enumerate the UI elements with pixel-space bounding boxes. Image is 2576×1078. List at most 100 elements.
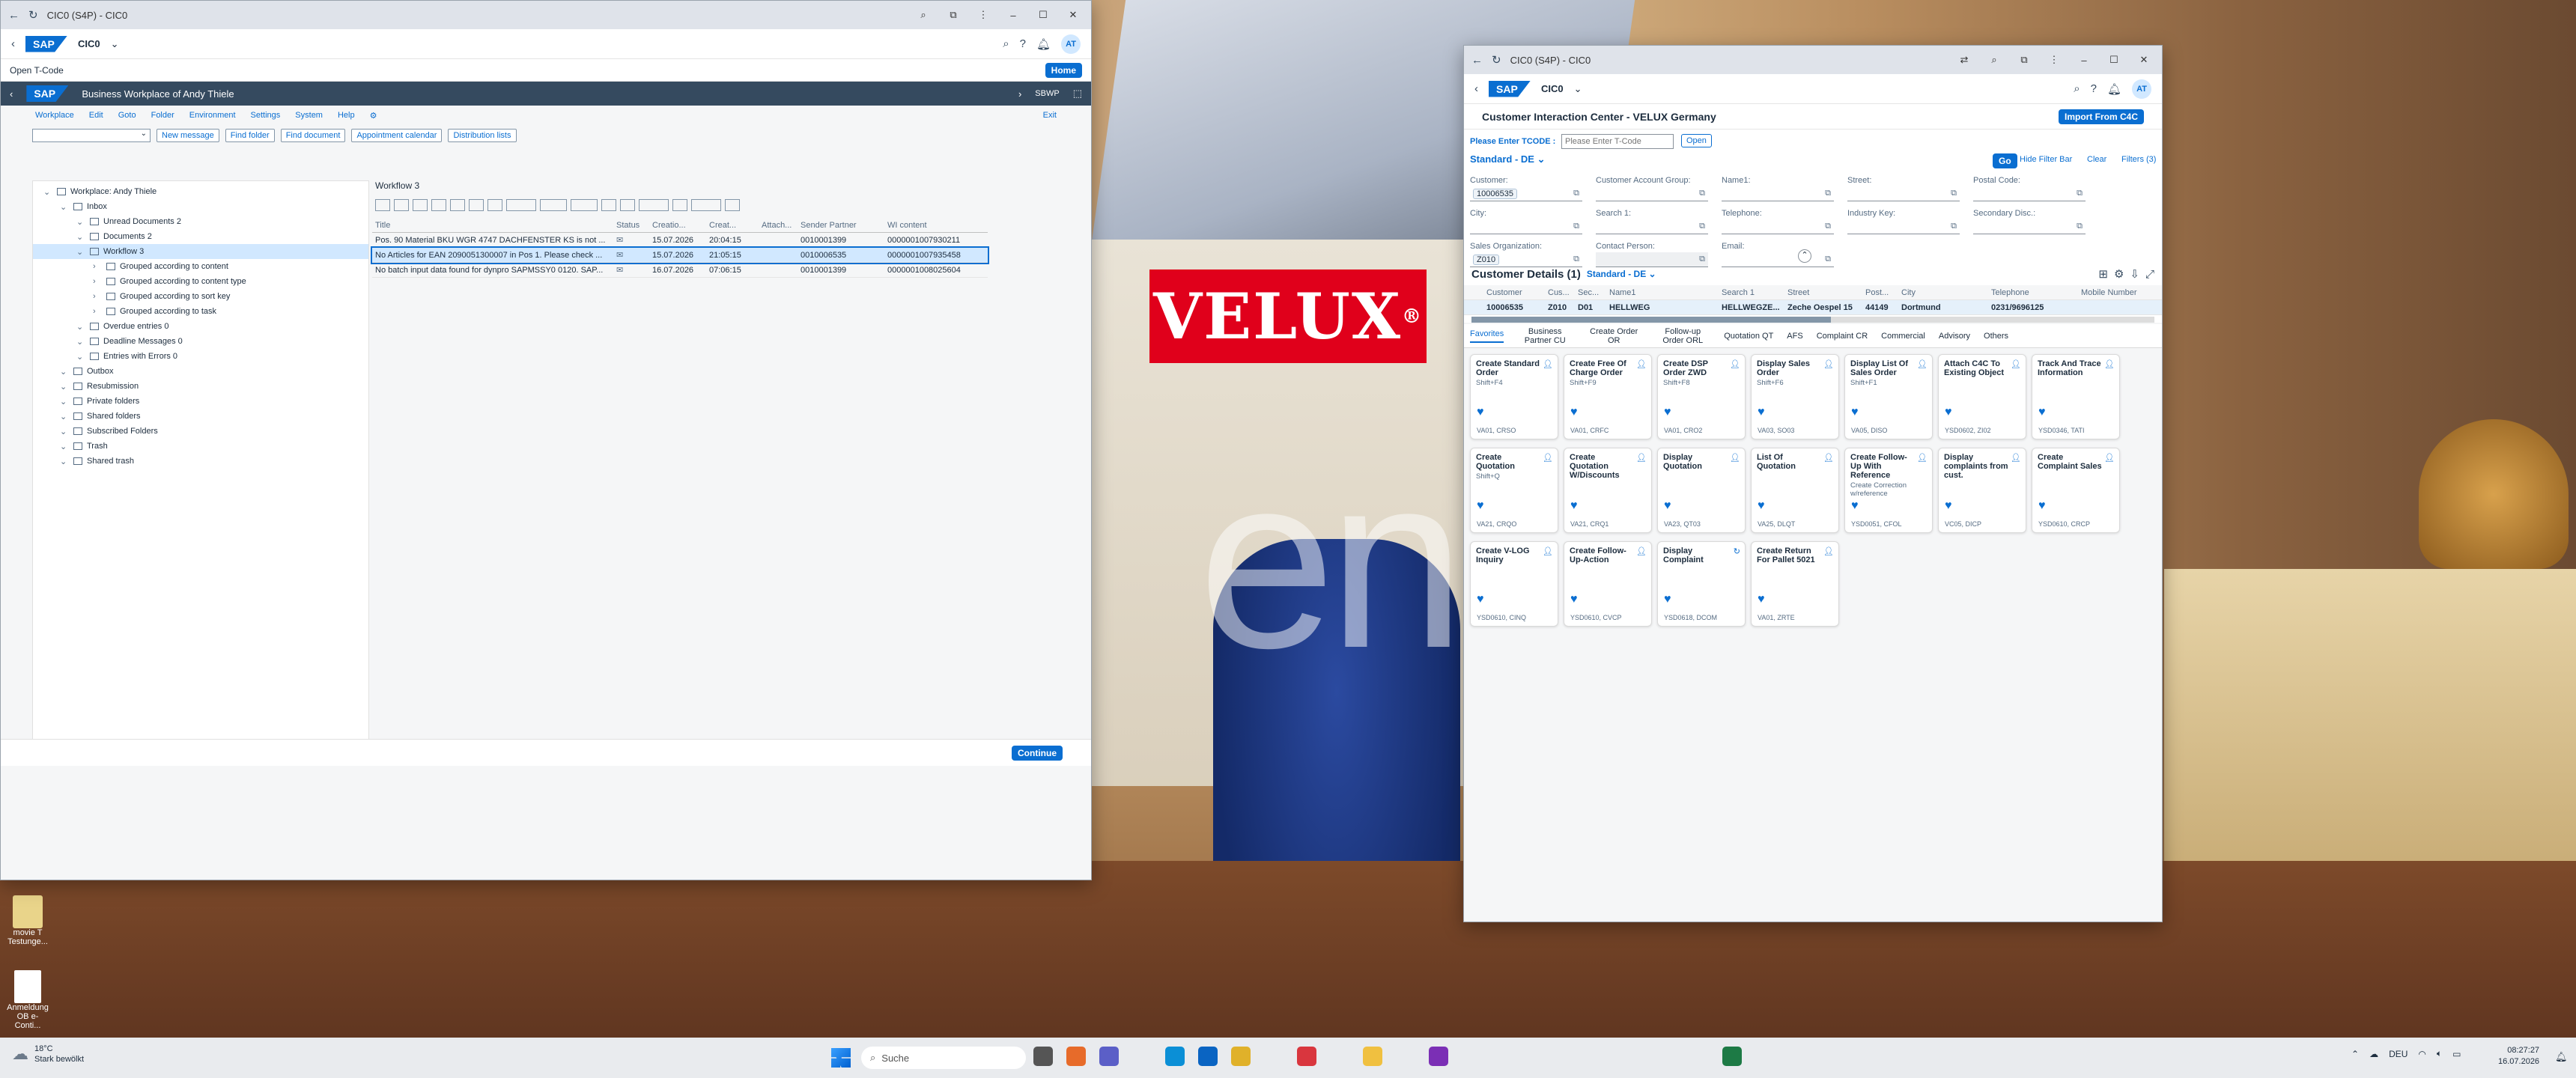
- shell-title[interactable]: CIC0: [78, 38, 100, 49]
- expand-arrow-icon[interactable]: ⌄: [76, 217, 87, 227]
- bell-icon[interactable]: 🔔︎: [2107, 82, 2121, 96]
- find-folder-button[interactable]: Find folder: [225, 129, 275, 142]
- filter-field[interactable]: ⧉: [1973, 186, 2086, 201]
- filters-button[interactable]: Filters (3): [2121, 155, 2156, 164]
- tree-node[interactable]: ⌄ Subscribed Folders: [33, 424, 368, 439]
- app-tile[interactable]: Display Sales Order Shift+F6 👤︎ ♥ VA03, SO03: [1751, 354, 1839, 439]
- reload-icon[interactable]: ↻: [1492, 53, 1501, 67]
- grid-tool-icon[interactable]: [620, 199, 635, 211]
- heart-icon[interactable]: ♥: [1945, 499, 1952, 513]
- maximize-icon[interactable]: ☐: [2103, 54, 2124, 66]
- column-header[interactable]: Telephone: [1988, 288, 2078, 297]
- value-help-icon[interactable]: ⧉: [2077, 189, 2083, 198]
- hide-filter-button[interactable]: Hide Filter Bar: [2020, 155, 2072, 164]
- tab-2[interactable]: Create Order OR: [1586, 327, 1641, 345]
- expand-arrow-icon[interactable]: ⌄: [60, 367, 70, 377]
- desktop-icon-movie[interactable]: movie T Testunge...: [4, 895, 51, 946]
- app-tile[interactable]: Create Follow-Up-Action 👤︎ ♥ YSD0610, CVCP: [1564, 541, 1652, 627]
- heart-icon[interactable]: ♥: [1758, 593, 1765, 606]
- app-tile[interactable]: Create DSP Order ZWD Shift+F8 👤︎ ♥ VA01, CRO…: [1657, 354, 1746, 439]
- shell-title[interactable]: CIC0: [1541, 83, 1564, 94]
- tree-node[interactable]: ⌄ Private folders: [33, 394, 368, 409]
- tree-node[interactable]: › Grouped according to content: [33, 259, 368, 274]
- notification-icon[interactable]: 🔔︎: [2555, 1051, 2568, 1063]
- go-button[interactable]: Go: [1993, 153, 2017, 168]
- menu-edit[interactable]: Edit: [89, 111, 103, 120]
- value-help-icon[interactable]: ⧉: [1825, 222, 1831, 231]
- app-tile[interactable]: Create Standard Order Shift+F4 👤︎ ♥ VA01, CR…: [1470, 354, 1558, 439]
- grid-tool-icon[interactable]: [375, 199, 390, 211]
- expand-arrow-icon[interactable]: ›: [93, 307, 103, 316]
- folder-select[interactable]: ⌄: [32, 129, 151, 142]
- close-icon[interactable]: ✕: [1063, 9, 1084, 21]
- heart-icon[interactable]: ♥: [1570, 406, 1578, 419]
- onedrive-icon[interactable]: ☁: [2369, 1049, 2378, 1059]
- col-attachment[interactable]: Attach...: [759, 221, 798, 230]
- col-status[interactable]: Status: [613, 221, 649, 230]
- table-row[interactable]: No batch input data found for dynpro SAP…: [372, 263, 988, 278]
- value-help-icon[interactable]: ⧉: [1951, 222, 1957, 231]
- clock[interactable]: 08:27:27 16.07.2026: [2498, 1045, 2539, 1068]
- zoom-icon[interactable]: ⌕: [913, 9, 934, 21]
- tcode-input[interactable]: [1561, 134, 1674, 149]
- outlook-icon[interactable]: [1198, 1047, 1218, 1066]
- app-tile[interactable]: Create Quotation Shift+Q 👤︎ ♥ VA21, CRQO: [1470, 448, 1558, 533]
- edge-icon[interactable]: [1165, 1047, 1185, 1066]
- tree-node[interactable]: ⌄ Workflow 3: [33, 244, 368, 259]
- tab-7[interactable]: Commercial: [1881, 332, 1925, 341]
- tree-node[interactable]: ⌄ Deadline Messages 0: [33, 334, 368, 349]
- chevron-down-icon[interactable]: ⌄: [111, 38, 119, 50]
- value-help-icon[interactable]: ⧉: [1699, 222, 1705, 231]
- tree-node[interactable]: ⌄ Inbox: [33, 199, 368, 214]
- value-help-icon[interactable]: ⧉: [2077, 222, 2083, 231]
- open-button[interactable]: Open: [1681, 134, 1712, 147]
- heart-icon[interactable]: ♥: [1664, 499, 1671, 513]
- tree-node[interactable]: ⌄ Overdue entries 0: [33, 319, 368, 334]
- onenote-icon[interactable]: [1429, 1047, 1448, 1066]
- value-help-icon[interactable]: ⧉: [1825, 189, 1831, 198]
- value-help-icon[interactable]: ⧉: [1951, 189, 1957, 198]
- menu-settings[interactable]: Settings: [251, 111, 281, 120]
- expand-arrow-icon[interactable]: ›: [93, 262, 103, 271]
- excel-icon[interactable]: [1722, 1047, 1742, 1066]
- expand-arrow-icon[interactable]: ⌄: [60, 427, 70, 436]
- expand-arrow-icon[interactable]: ⌄: [60, 202, 70, 212]
- app-tile[interactable]: Display List Of Sales Order Shift+F1 👤︎ ♥ VA…: [1844, 354, 1933, 439]
- filter-icon[interactable]: [691, 199, 721, 211]
- heart-icon[interactable]: ♥: [1664, 406, 1671, 419]
- back-icon[interactable]: ‹: [1474, 82, 1478, 95]
- appointment-calendar-button[interactable]: Appointment calendar: [351, 129, 443, 142]
- expand-arrow-icon[interactable]: ›: [93, 292, 103, 301]
- app-tile[interactable]: Create Quotation W/Discounts 👤︎ ♥ VA21, CRQ…: [1564, 448, 1652, 533]
- column-header[interactable]: City: [1898, 288, 1988, 297]
- tree-node[interactable]: ⌄ Shared folders: [33, 409, 368, 424]
- filter-field[interactable]: ⧉: [1596, 252, 1708, 267]
- sap-logo[interactable]: SAP: [25, 35, 67, 52]
- clear-button[interactable]: Clear: [2087, 155, 2106, 164]
- expand-arrow-icon[interactable]: ⌄: [43, 187, 54, 197]
- expand-arrow-icon[interactable]: ⌄: [76, 247, 87, 257]
- heart-icon[interactable]: ♥: [1945, 406, 1952, 419]
- filter-field[interactable]: ⧉: [1722, 252, 1834, 267]
- app-icon[interactable]: [1066, 1047, 1086, 1066]
- wifi-icon[interactable]: ◠: [2418, 1049, 2425, 1059]
- expand-arrow-icon[interactable]: ⌄: [76, 337, 87, 347]
- grid-tool-icon[interactable]: [487, 199, 502, 211]
- filter-field[interactable]: ⧉: [1722, 186, 1834, 201]
- tab-5[interactable]: AFS: [1787, 332, 1802, 341]
- new-message-button[interactable]: New message: [157, 129, 219, 142]
- app-tile[interactable]: Display Complaint ↻ ♥ YSD0618, DCOM: [1657, 541, 1746, 627]
- exit-fullscreen-icon[interactable]: ⬚: [1073, 88, 1082, 100]
- back-icon[interactable]: ‹: [10, 88, 13, 100]
- export-icon[interactable]: ⇩: [2130, 267, 2139, 281]
- reload-icon[interactable]: ↻: [28, 8, 38, 22]
- expand-arrow-icon[interactable]: ›: [93, 277, 103, 286]
- grid-tool-icon[interactable]: [639, 199, 669, 211]
- tab-8[interactable]: Advisory: [1939, 332, 1970, 341]
- open-tcode-link[interactable]: Open T-Code: [10, 65, 1045, 76]
- tree-node[interactable]: ⌄ Entries with Errors 0: [33, 349, 368, 364]
- chevron-down-icon[interactable]: ⌄: [1574, 83, 1582, 95]
- grid-tool-icon[interactable]: [571, 199, 598, 211]
- tab-4[interactable]: Quotation QT: [1724, 332, 1773, 341]
- menu-folder[interactable]: Folder: [151, 111, 174, 120]
